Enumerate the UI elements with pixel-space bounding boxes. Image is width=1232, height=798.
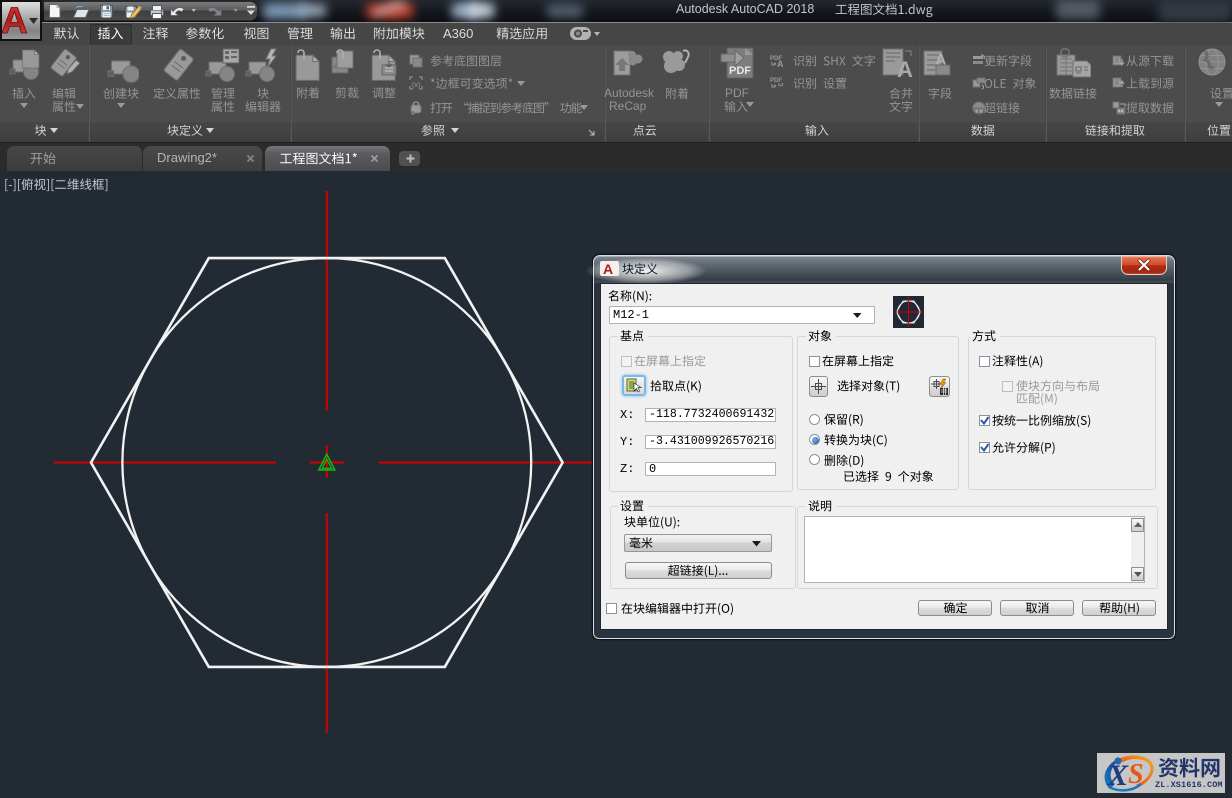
- svg-text:PDF: PDF: [770, 78, 782, 84]
- svg-text:S: S: [1128, 759, 1144, 790]
- svg-text:A: A: [603, 261, 613, 276]
- svg-text:A: A: [897, 57, 913, 82]
- svg-text:A: A: [1, 0, 28, 41]
- svg-text:(x): (x): [412, 82, 420, 89]
- svg-text:X: X: [1107, 759, 1129, 792]
- svg-text:PDF: PDF: [729, 65, 751, 77]
- svg-text:A: A: [777, 59, 784, 68]
